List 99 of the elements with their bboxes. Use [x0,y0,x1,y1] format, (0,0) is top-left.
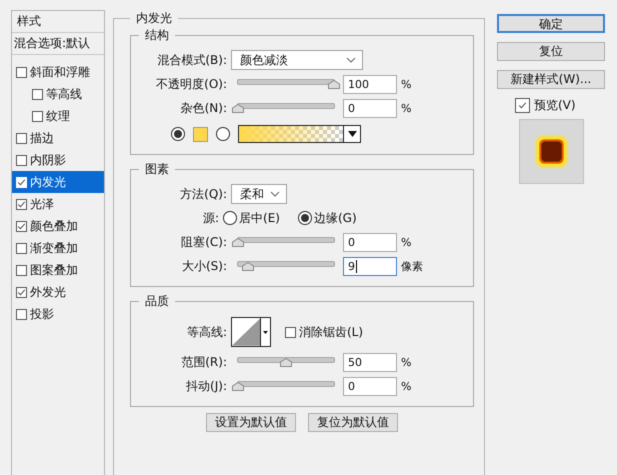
checkbox[interactable] [16,286,27,298]
field-label: 方法(Q): [179,186,228,202]
gradient-picker[interactable] [238,125,361,143]
style-label: 等高线 [46,86,82,102]
blend-options-item[interactable]: 混合选项:默认 [12,33,104,55]
number-field[interactable]: 0 [343,232,397,252]
check-icon [518,101,527,110]
field-label: 范围(R): [180,354,228,370]
check-icon [17,178,26,186]
checkbox[interactable] [285,326,296,338]
check-icon [17,288,26,296]
section-title: 品质 [144,293,170,310]
slider-handle[interactable] [232,382,244,391]
section-title: 图素 [144,161,170,178]
checkbox[interactable] [16,154,27,166]
unit-label: % [401,356,412,368]
number-field[interactable]: 0 [343,98,397,118]
defaults-button[interactable]: 复位为默认值 [308,413,398,432]
chevron-icon [346,57,356,63]
checkbox-label: 预览(V) [534,97,576,114]
defaults-button[interactable]: 设置为默认值 [206,413,296,432]
dialog-button[interactable]: 复位 [497,42,605,61]
unit-label: 像素 [401,258,423,274]
checkbox[interactable] [16,220,27,232]
radio-button[interactable] [171,127,185,141]
number-field[interactable]: 50 [343,352,397,372]
checkbox[interactable] [16,66,27,78]
style-label: 描边 [30,130,54,146]
color-swatch[interactable] [193,126,208,142]
radio-button[interactable] [298,211,312,225]
style-item[interactable]: 内发光 [12,171,104,193]
unit-label: % [401,236,412,248]
slider-handle[interactable] [328,80,340,89]
section-title: 内发光 [135,10,173,27]
radio-label: 居中(E) [239,210,280,226]
checkbox[interactable] [16,308,27,320]
style-item[interactable]: 颜色叠加 [12,215,104,237]
style-label: 光泽 [30,196,54,212]
technique-dropdown[interactable]: 柔和 [231,184,287,204]
style-item[interactable]: 渐变叠加 [12,237,104,259]
field-label: 源: [203,210,220,226]
style-label: 斜面和浮雕 [30,64,90,80]
checkbox[interactable] [32,88,43,100]
unit-label: % [401,380,412,392]
check-icon [17,222,26,230]
field-label: 等高线: [186,324,228,340]
contour-picker[interactable] [231,317,271,347]
radio-label: 边缘(G) [314,210,357,226]
radio-button[interactable] [223,211,238,225]
field-label: 阻塞(C): [180,234,228,250]
style-item[interactable]: 等高线 [12,83,104,105]
style-item[interactable]: 外发光 [12,281,104,303]
style-item[interactable]: 图案叠加 [12,259,104,281]
unit-label: % [401,78,412,90]
section-title: 结构 [144,27,170,44]
style-item[interactable]: 斜面和浮雕 [12,61,104,83]
checkbox[interactable] [16,242,27,254]
slider-handle[interactable] [280,358,292,367]
checkbox[interactable] [32,110,43,122]
field-label: 抖动(J): [185,378,228,394]
slider-handle[interactable] [232,104,244,113]
checkbox[interactable] [16,264,27,276]
style-item[interactable]: 内阴影 [12,149,104,171]
style-preview [518,119,584,184]
checkbox[interactable] [515,98,530,113]
dialog-button[interactable]: 确定 [497,14,605,33]
style-label: 内阴影 [30,152,66,168]
checkbox-label: 消除锯齿(L) [299,324,364,340]
chevron-icon [270,191,280,197]
style-label: 图案叠加 [30,262,78,278]
field-label: 杂色(N): [180,100,228,116]
checkbox[interactable] [16,132,27,144]
dialog-button[interactable]: 新建样式(W)... [497,70,605,89]
style-label: 纹理 [46,108,70,124]
number-field[interactable]: 0 [343,376,397,396]
style-label: 内发光 [30,174,66,190]
number-field[interactable]: 100 [343,74,397,94]
unit-label: % [401,102,412,114]
field-label: 不透明度(O): [155,76,228,92]
field-label: 混合模式(B): [156,52,228,68]
slider-handle[interactable] [242,262,254,271]
style-label: 渐变叠加 [30,240,78,256]
caret-icon [348,131,356,137]
style-item[interactable]: 投影 [12,303,104,325]
style-label: 颜色叠加 [30,218,78,234]
style-item[interactable]: 纹理 [12,105,104,127]
style-item[interactable]: 描边 [12,127,104,149]
check-icon [17,200,26,208]
slider-handle[interactable] [232,238,244,247]
checkbox[interactable] [16,198,27,210]
field-label: 大小(S): [180,258,228,274]
style-label: 投影 [30,306,54,322]
blend-mode-dropdown[interactable]: 颜色减淡 [231,50,363,70]
number-field[interactable]: 9 [343,256,397,276]
caret-icon [263,330,268,334]
radio-button[interactable] [216,127,230,141]
list-header: 样式 [12,11,104,33]
style-item[interactable]: 光泽 [12,193,104,215]
style-label: 外发光 [30,284,66,300]
